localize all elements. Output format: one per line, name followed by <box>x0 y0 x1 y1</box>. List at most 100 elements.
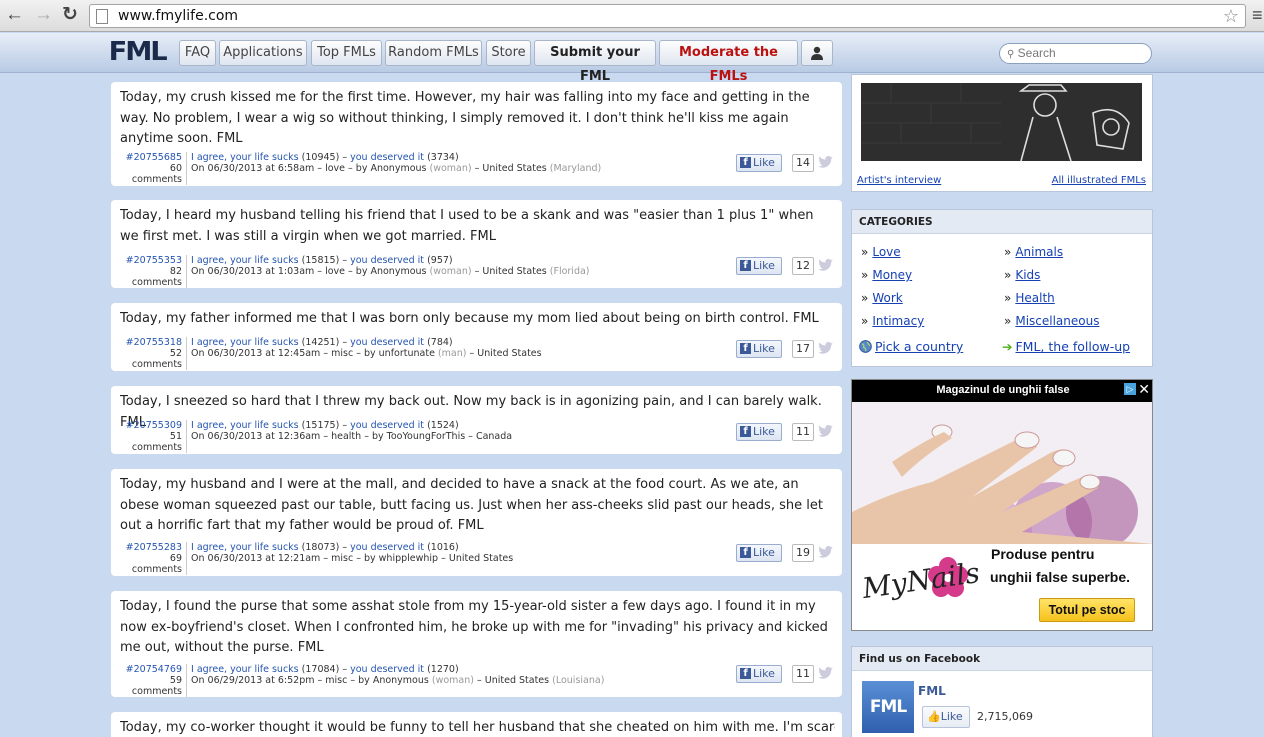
category-intimacy[interactable]: » Intimacy <box>861 314 924 329</box>
all-illustrated-link[interactable]: All illustrated FMLs <box>1052 175 1146 186</box>
facebook-page-like-button[interactable]: 👍Like <box>922 706 970 728</box>
twitter-icon[interactable] <box>818 259 833 271</box>
fml-post: Today, my husband and I were at the mall… <box>111 469 842 576</box>
like-count: 19 <box>792 544 814 562</box>
category-kids[interactable]: » Kids <box>1004 268 1040 283</box>
facebook-like-button[interactable]: f Like <box>736 544 782 562</box>
globe-icon <box>859 340 872 353</box>
comments-link[interactable]: 69 comments <box>132 553 182 575</box>
post-id[interactable]: #20755353 <box>126 255 182 266</box>
agree-link[interactable]: I agree, your life sucks <box>191 152 299 163</box>
fml-page-avatar[interactable]: FML <box>862 681 914 733</box>
facebook-like-button[interactable]: f Like <box>736 257 782 275</box>
ad-cta-button[interactable]: Totul pe stoc <box>1039 598 1135 622</box>
forward-icon[interactable]: → <box>34 4 53 26</box>
ad-line-2: unghii false superbe. <box>990 569 1131 585</box>
nav-store[interactable]: Store <box>486 40 531 66</box>
advertisement[interactable]: Magazinul de unghii false ▷ ✕ MyNails Pr… <box>851 379 1153 631</box>
url-text[interactable]: www.fmylife.com <box>118 8 238 24</box>
comments-link[interactable]: 82 comments <box>132 266 182 288</box>
post-id[interactable]: #20754769 <box>126 664 182 675</box>
comments-link[interactable]: 52 comments <box>132 348 182 370</box>
agree-link[interactable]: I agree, your life sucks <box>191 337 299 348</box>
categories-panel: CATEGORIES » Love » Money » Work » Intimacy … <box>851 209 1153 367</box>
post-text: Today, my crush kissed me for the first … <box>120 90 810 146</box>
twitter-icon[interactable] <box>818 156 833 168</box>
post-meta: #20755309 51 comments I agree, your life s… <box>119 420 512 453</box>
deserved-link[interactable]: you deserved it <box>350 152 424 163</box>
adchoices-icon[interactable]: ▷ <box>1124 383 1136 395</box>
follow-up-link[interactable]: ➔ FML, the follow-up <box>1002 339 1130 354</box>
page-icon <box>96 9 108 24</box>
like-count: 11 <box>792 423 814 441</box>
comments-link[interactable]: 51 comments <box>132 431 182 453</box>
pick-country-link[interactable]: Pick a country <box>859 339 963 354</box>
like-count: 17 <box>792 340 814 358</box>
fml-post: Today, I heard my husband telling his fr… <box>111 200 842 288</box>
post-id[interactable]: #20755685 <box>126 152 182 163</box>
agree-link[interactable]: I agree, your life sucks <box>191 420 299 431</box>
nav-moderate[interactable]: Moderate the FMLs <box>659 40 798 84</box>
agree-link[interactable]: I agree, your life sucks <box>191 255 299 266</box>
post-text: Today, I heard my husband telling his fr… <box>120 208 814 244</box>
post-id[interactable]: #20755318 <box>126 337 182 348</box>
nav-random-fmls[interactable]: Random FMLs <box>385 40 482 66</box>
post-text: Today, I found the purse that some assha… <box>120 599 828 655</box>
like-count: 11 <box>792 665 814 683</box>
category-miscellaneous[interactable]: » Miscellaneous <box>1004 314 1099 329</box>
facebook-like-button[interactable]: f Like <box>736 665 782 683</box>
ad-image <box>852 402 1152 544</box>
nav-top-fmls[interactable]: Top FMLs <box>311 40 382 66</box>
agree-link[interactable]: I agree, your life sucks <box>191 542 299 553</box>
ad-title[interactable]: Magazinul de unghii false <box>852 380 1152 402</box>
illustration-image[interactable] <box>861 83 1142 161</box>
fml-logo[interactable]: FML <box>109 37 168 67</box>
post-id[interactable]: #20755283 <box>126 542 182 553</box>
post-meta: #20755353 82 comments I agree, your life s… <box>119 255 590 288</box>
twitter-icon[interactable] <box>818 425 833 437</box>
post-text: Today, my husband and I were at the mall… <box>120 477 823 533</box>
back-icon[interactable]: ← <box>5 4 24 26</box>
reload-icon[interactable]: ↻ <box>62 4 78 26</box>
facebook-like-button[interactable]: f Like <box>736 154 782 172</box>
agree-link[interactable]: I agree, your life sucks <box>191 664 299 675</box>
menu-icon[interactable]: ≡ <box>1252 6 1264 24</box>
category-work[interactable]: » Work <box>861 291 903 306</box>
address-bar[interactable]: www.fmylife.com ☆ <box>89 4 1246 28</box>
close-icon[interactable]: ✕ <box>1138 380 1150 398</box>
artist-interview-link[interactable]: Artist's interview <box>857 175 941 186</box>
deserved-link[interactable]: you deserved it <box>350 664 424 675</box>
category-love[interactable]: » Love <box>861 245 901 260</box>
category-animals[interactable]: » Animals <box>1004 245 1063 260</box>
nav-submit[interactable]: Submit your FML <box>534 40 656 84</box>
nav-faq[interactable]: FAQ <box>179 40 216 66</box>
search-placeholder: Search <box>1017 46 1056 60</box>
deserved-link[interactable]: you deserved it <box>350 542 424 553</box>
nav-applications[interactable]: Applications <box>219 40 307 66</box>
search-input[interactable]: ⚲ Search <box>999 43 1152 64</box>
facebook-like-button[interactable]: f Like <box>736 423 782 441</box>
facebook-icon: f <box>740 547 751 558</box>
post-id[interactable]: #20755309 <box>126 420 182 431</box>
post-meta: #20755318 52 comments I agree, your life s… <box>119 337 542 370</box>
category-health[interactable]: » Health <box>1004 291 1055 306</box>
facebook-like-button[interactable]: f Like <box>736 340 782 358</box>
facebook-icon: f <box>740 668 751 679</box>
twitter-icon[interactable] <box>818 342 833 354</box>
facebook-icon: f <box>740 343 751 354</box>
facebook-page-name[interactable]: FML <box>918 684 946 698</box>
category-money[interactable]: » Money <box>861 268 912 283</box>
deserved-link[interactable]: you deserved it <box>350 337 424 348</box>
post-meta: #20755283 69 comments I agree, your life s… <box>119 542 513 575</box>
twitter-icon[interactable] <box>818 546 833 558</box>
deserved-link[interactable]: you deserved it <box>350 420 424 431</box>
fml-post: Today, my crush kissed me for the first … <box>111 82 842 186</box>
user-icon[interactable] <box>801 40 833 66</box>
categories-title: CATEGORIES <box>852 210 1152 234</box>
deserved-link[interactable]: you deserved it <box>350 255 424 266</box>
fml-post: Today, I sneezed so hard that I threw my… <box>111 386 842 454</box>
comments-link[interactable]: 60 comments <box>132 163 182 185</box>
comments-link[interactable]: 59 comments <box>132 675 182 697</box>
twitter-icon[interactable] <box>818 667 833 679</box>
bookmark-star-icon[interactable]: ☆ <box>1223 5 1239 27</box>
